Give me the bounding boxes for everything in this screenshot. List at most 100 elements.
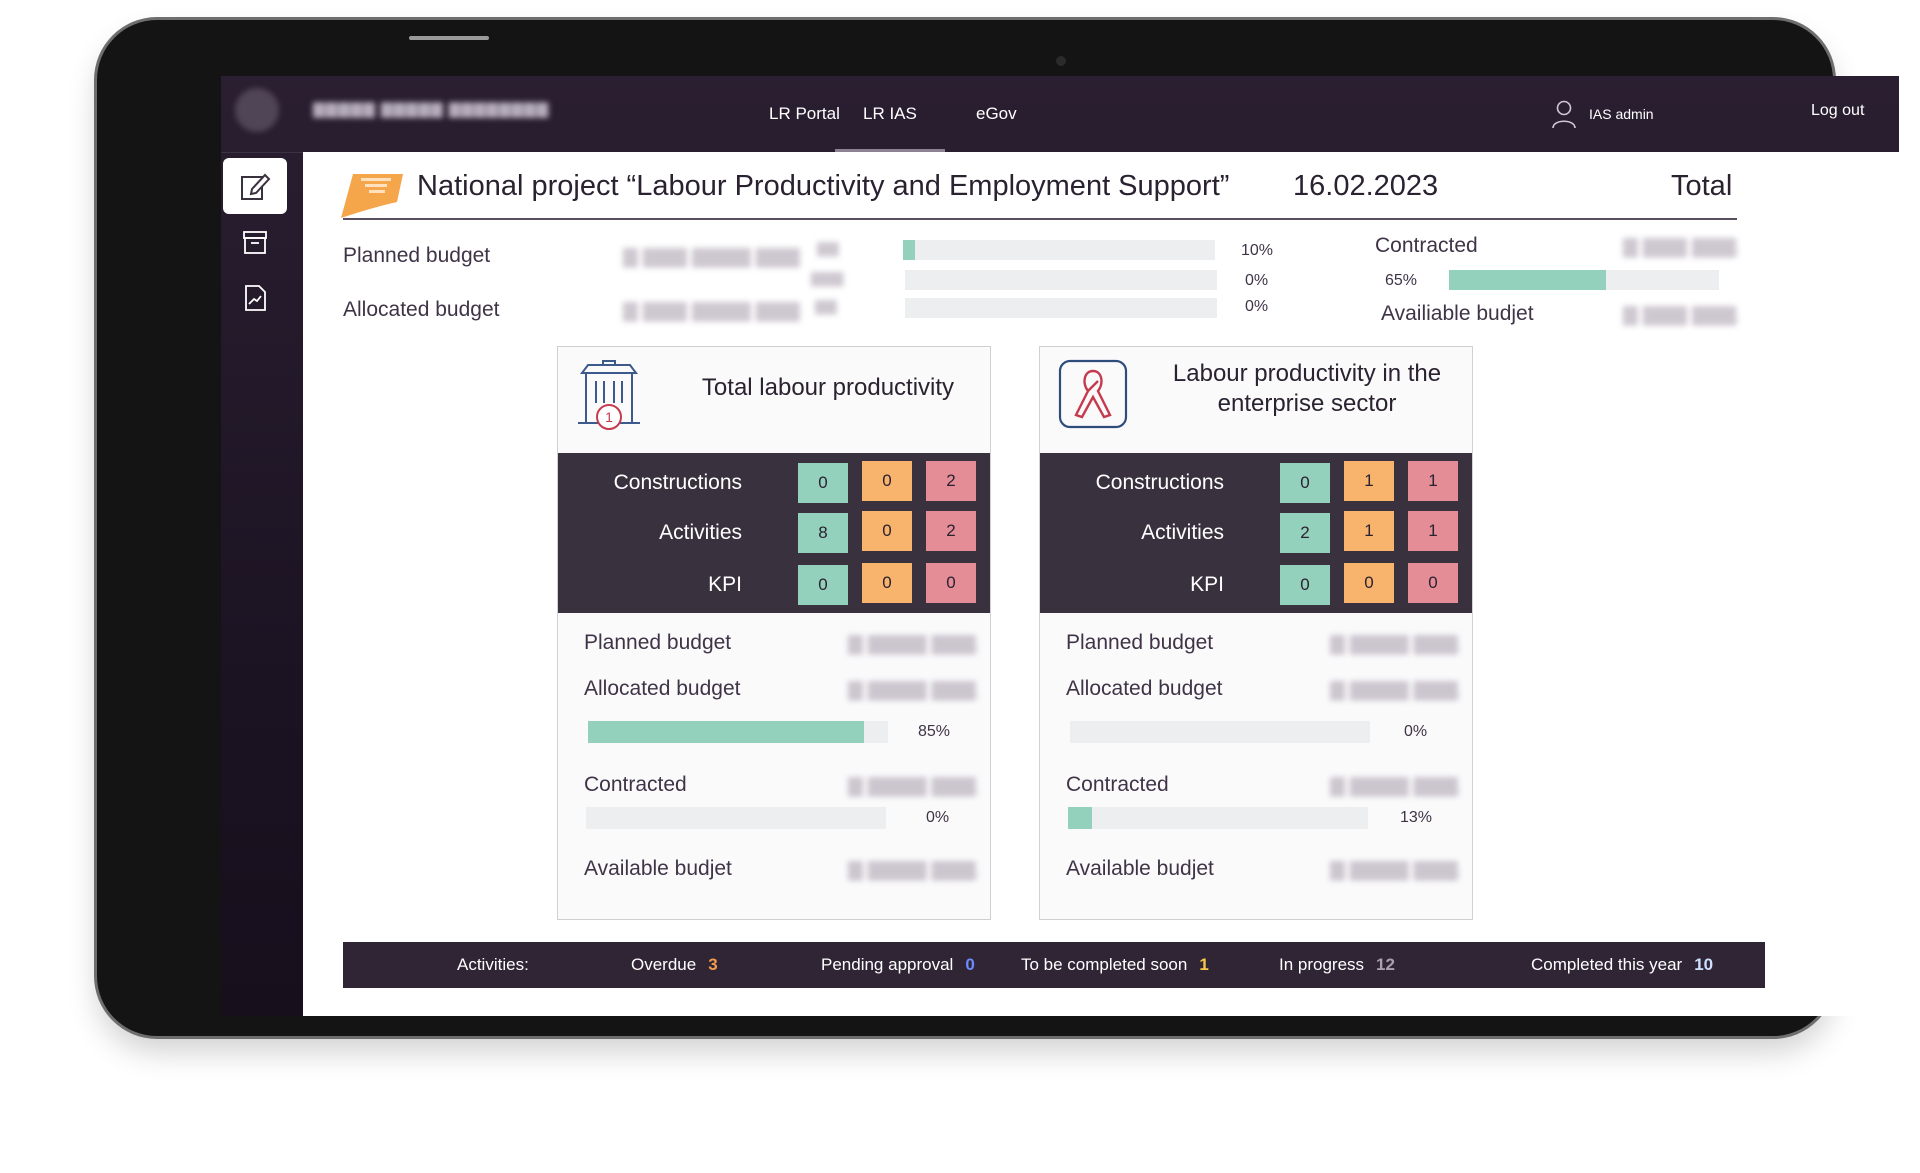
card-available-label: Available budjet xyxy=(584,857,732,880)
status-overdue[interactable]: Overdue 3 xyxy=(631,955,718,975)
card-contracted-percent: 0% xyxy=(926,809,950,826)
building-icon: 1 xyxy=(578,360,640,430)
cell-constructions-orange[interactable]: 0 xyxy=(862,461,912,501)
user-account[interactable]: IAS admin xyxy=(1551,94,1654,134)
tablet-frame: ▇▇▇▇▇ ▇▇▇▇▇ ▇▇▇▇▇▇▇▇ LR Portal LR IAS eG… xyxy=(97,20,1899,1036)
nav-lr-ias[interactable]: LR IAS xyxy=(835,76,945,152)
cell-activities-red[interactable]: 1 xyxy=(1408,511,1458,551)
row-label-activities: Activities xyxy=(1141,521,1224,544)
region-emblem-logo xyxy=(235,88,279,132)
card-header: Labour productivity in the enterprise se… xyxy=(1040,347,1472,453)
cell-kpi-red[interactable]: 0 xyxy=(1408,563,1458,603)
activities-label: Activities: xyxy=(457,955,529,974)
summary-progress-fill-1 xyxy=(903,240,916,260)
sidebar xyxy=(221,152,303,1016)
row-label-kpi: KPI xyxy=(1190,573,1224,596)
cell-constructions-green[interactable]: 0 xyxy=(1280,463,1330,503)
card-available-label: Available budjet xyxy=(1066,857,1214,880)
cell-kpi-orange[interactable]: 0 xyxy=(1344,563,1394,603)
edit-icon xyxy=(241,173,271,200)
tablet-side-button xyxy=(409,36,489,40)
card-allocated-budget-label: Allocated budget xyxy=(1066,677,1223,700)
summary-percent-2: 0% xyxy=(1245,272,1269,289)
card-allocated-fill xyxy=(588,721,864,743)
status-matrix: Constructions 0 0 2 Activities 8 0 2 KPI… xyxy=(558,453,990,613)
summary-progress-bar-1 xyxy=(903,240,1215,260)
cell-kpi-green[interactable]: 0 xyxy=(1280,565,1330,605)
pending-label: Pending approval xyxy=(821,955,954,974)
card-header: 1 Total labour productivity xyxy=(558,347,990,453)
status-completed-soon[interactable]: To be completed soon 1 xyxy=(1021,955,1209,975)
card-title: Total labour productivity xyxy=(701,374,955,401)
cell-constructions-red[interactable]: 2 xyxy=(926,461,976,501)
nav-egov[interactable]: eGov xyxy=(948,76,1045,152)
status-pending-approval[interactable]: Pending approval 0 xyxy=(821,955,975,975)
row-label-activities: Activities xyxy=(659,521,742,544)
status-completed-this-year[interactable]: Completed this year 10 xyxy=(1531,955,1713,975)
pending-count: 0 xyxy=(965,955,975,974)
total-label[interactable]: Total xyxy=(1671,170,1732,203)
summary-contracted-label: Contracted xyxy=(1375,234,1478,257)
summary-planned-budget-label: Planned budget xyxy=(343,244,491,267)
card-contracted-bar xyxy=(586,807,886,829)
card-contracted-label: Contracted xyxy=(1066,773,1169,796)
cell-activities-red[interactable]: 2 xyxy=(926,511,976,551)
main-content: National project “Labour Productivity an… xyxy=(303,152,1899,1016)
ribbon-icon xyxy=(1058,359,1128,429)
summary-bar-caption-hidden: ▇▇ xyxy=(817,240,839,256)
card-allocated-percent: 85% xyxy=(918,723,951,740)
cell-activities-green[interactable]: 2 xyxy=(1280,513,1330,553)
report-date: 16.02.2023 xyxy=(1293,170,1439,202)
card-available-value-hidden: ▇ ▇▇▇▇ ▇▇▇. xyxy=(1330,860,1463,881)
cell-constructions-red[interactable]: 1 xyxy=(1408,461,1458,501)
card-enterprise-sector[interactable]: Labour productivity in the enterprise se… xyxy=(1039,346,1473,920)
title-divider xyxy=(343,218,1737,220)
cell-activities-green[interactable]: 8 xyxy=(798,513,848,553)
cell-activities-orange[interactable]: 0 xyxy=(862,511,912,551)
top-navigation-bar: ▇▇▇▇▇ ▇▇▇▇▇ ▇▇▇▇▇▇▇▇ LR Portal LR IAS eG… xyxy=(221,76,1899,153)
status-in-progress[interactable]: In progress 12 xyxy=(1279,955,1395,975)
summary-allocated-budget-label: Allocated budget xyxy=(343,298,500,321)
summary-progress-bar-3 xyxy=(905,298,1217,318)
sidebar-item-edit[interactable] xyxy=(223,158,287,214)
sidebar-item-archive[interactable] xyxy=(223,214,287,270)
cell-constructions-orange[interactable]: 1 xyxy=(1344,461,1394,501)
cell-kpi-green[interactable]: 0 xyxy=(798,565,848,605)
summary-contracted-fill xyxy=(1449,270,1606,290)
cell-kpi-red[interactable]: 0 xyxy=(926,563,976,603)
summary-progress-bar-2 xyxy=(905,270,1217,290)
summary-available-value-hidden: ▇ ▇▇▇ ▇▇▇. xyxy=(1623,305,1742,326)
logout-button[interactable]: Log out xyxy=(1811,102,1864,120)
user-name: IAS admin xyxy=(1589,106,1654,122)
card-planned-budget-label: Planned budget xyxy=(1066,631,1214,654)
cell-constructions-green[interactable]: 0 xyxy=(798,463,848,503)
summary-percent-3: 0% xyxy=(1245,298,1269,315)
card-contracted-label: Contracted xyxy=(584,773,687,796)
app-screen: ▇▇▇▇▇ ▇▇▇▇▇ ▇▇▇▇▇▇▇▇ LR Portal LR IAS eG… xyxy=(221,76,1899,1016)
card-allocated-bar xyxy=(588,721,888,743)
tablet-camera xyxy=(1056,56,1066,66)
report-chart-icon xyxy=(245,285,266,311)
summary-available-label: Availiable budjet xyxy=(1381,302,1534,325)
card-contracted-bar xyxy=(1068,807,1368,829)
card-contracted-value-hidden: ▇ ▇▇▇▇ ▇▇▇. xyxy=(1330,776,1463,797)
card-allocated-value-hidden: ▇ ▇▇▇▇ ▇▇▇. xyxy=(1330,680,1463,701)
card-allocated-percent: 0% xyxy=(1404,723,1428,740)
user-icon xyxy=(1552,100,1576,129)
overdue-count: 3 xyxy=(708,955,718,974)
card-planned-budget-label: Planned budget xyxy=(584,631,732,654)
summary-percent-1: 10% xyxy=(1241,242,1274,259)
progress-label: In progress xyxy=(1279,955,1365,974)
card-planned-value-hidden: ▇ ▇▇▇▇ ▇▇▇. xyxy=(1330,634,1463,655)
cell-activities-orange[interactable]: 1 xyxy=(1344,511,1394,551)
cell-kpi-orange[interactable]: 0 xyxy=(862,563,912,603)
row-label-kpi: KPI xyxy=(708,573,742,596)
card-available-value-hidden: ▇ ▇▇▇▇ ▇▇▇. xyxy=(848,860,981,881)
app-logo-text: ▇▇▇▇▇ ▇▇▇▇▇ ▇▇▇▇▇▇▇▇ xyxy=(313,101,549,118)
soon-label: To be completed soon xyxy=(1021,955,1188,974)
page-title: National project “Labour Productivity an… xyxy=(417,170,1230,202)
soon-count: 1 xyxy=(1199,955,1209,974)
sidebar-item-reports[interactable] xyxy=(223,270,287,326)
summary-planned-value-hidden: ▇ ▇▇▇ ▇▇▇▇ ▇▇▇ xyxy=(623,247,800,268)
card-total-labour-productivity[interactable]: 1 Total labour productivity Construction… xyxy=(557,346,991,920)
